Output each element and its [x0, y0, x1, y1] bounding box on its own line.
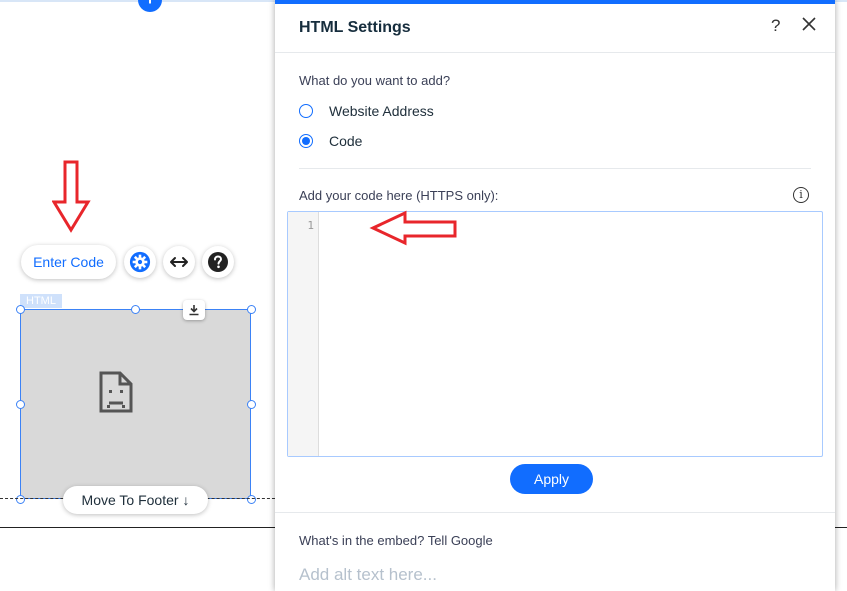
annotation-arrow-down	[52, 160, 91, 233]
resize-handle-left[interactable]	[16, 400, 25, 409]
gear-icon	[129, 251, 151, 273]
code-field-label: Add your code here (HTTPS only):	[299, 188, 499, 203]
radio-code[interactable]	[299, 134, 313, 148]
option-code[interactable]: Code	[299, 131, 362, 151]
code-editor[interactable]: 1	[287, 211, 823, 457]
alt-text-input[interactable]: Add alt text here...	[299, 565, 437, 585]
resize-handle-right[interactable]	[247, 400, 256, 409]
settings-button[interactable]	[124, 246, 156, 278]
annotation-arrow-left	[369, 210, 457, 246]
download-icon	[189, 305, 199, 316]
content-type-question: What do you want to add?	[299, 73, 451, 88]
line-number-gutter: 1	[288, 212, 319, 456]
close-icon[interactable]	[802, 17, 816, 31]
add-section-button[interactable]: +	[138, 0, 162, 12]
line-number: 1	[307, 219, 314, 232]
question-circle-icon	[208, 252, 228, 272]
html-settings-panel: HTML Settings ? What do you want to add?…	[275, 0, 835, 591]
download-button[interactable]	[183, 300, 205, 320]
move-to-footer-button[interactable]: Move To Footer ↓	[63, 486, 208, 514]
resize-handle-bottom-left[interactable]	[16, 495, 25, 504]
resize-handle-top-left[interactable]	[16, 305, 25, 314]
info-icon[interactable]: i	[793, 187, 809, 203]
panel-help-button[interactable]: ?	[771, 16, 780, 36]
help-button[interactable]	[202, 246, 234, 278]
panel-title: HTML Settings	[299, 19, 411, 36]
radio-website-address[interactable]	[299, 104, 313, 118]
option-label: Website Address	[329, 103, 434, 119]
resize-handle-top[interactable]	[131, 305, 140, 314]
html-embed-element[interactable]	[20, 309, 251, 499]
broken-page-icon	[99, 371, 133, 413]
panel-header: HTML Settings ?	[275, 4, 835, 53]
stretch-button[interactable]	[163, 246, 195, 278]
section-divider	[299, 168, 811, 169]
enter-code-button[interactable]: Enter Code	[21, 245, 116, 279]
element-type-tag: HTML	[20, 294, 62, 308]
resize-handle-bottom-right[interactable]	[247, 495, 256, 504]
option-website-address[interactable]: Website Address	[299, 101, 434, 121]
embed-description-label: What's in the embed? Tell Google	[299, 533, 493, 548]
apply-button[interactable]: Apply	[510, 464, 593, 494]
section-divider	[275, 512, 835, 513]
resize-handle-top-right[interactable]	[247, 305, 256, 314]
option-label: Code	[329, 133, 363, 149]
stretch-arrows-icon	[170, 257, 188, 267]
